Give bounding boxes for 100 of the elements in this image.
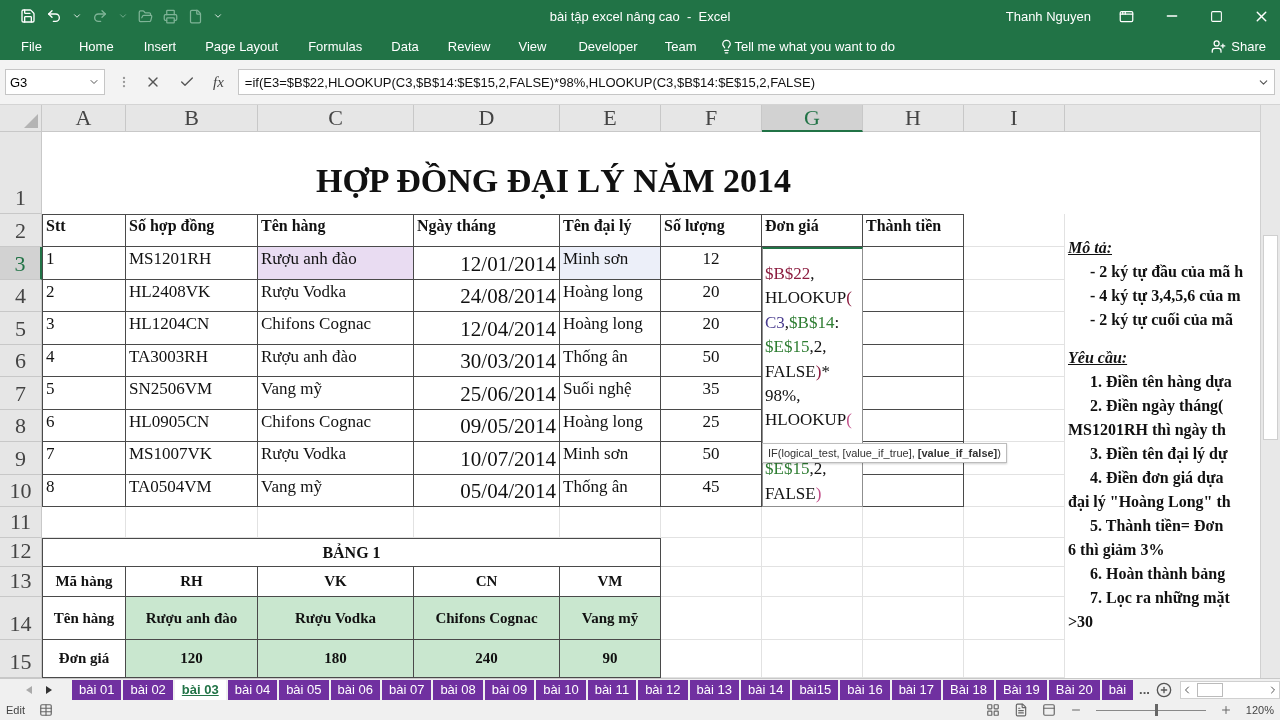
sheet-title: HỢP ĐỒNG ĐẠI LÝ NĂM 2014 — [315, 162, 792, 200]
column-header[interactable]: D — [414, 105, 560, 132]
row-header[interactable]: 10 — [0, 474, 42, 507]
sheet-tab[interactable]: bài 05 — [279, 679, 329, 700]
ribbon-tab[interactable]: View — [518, 38, 547, 54]
scroll-thumb[interactable] — [1263, 235, 1278, 440]
sheet-tab[interactable]: bài 11 — [587, 679, 637, 700]
row-header[interactable]: 14 — [0, 597, 42, 640]
caret-icon[interactable] — [213, 11, 223, 21]
caret-icon[interactable] — [118, 11, 128, 21]
table-cell: HL0905CN — [126, 409, 258, 442]
redo-icon[interactable] — [92, 8, 108, 24]
row-header[interactable]: 5 — [0, 312, 42, 345]
sheet-tab[interactable]: bài 01 — [72, 679, 122, 700]
row-header[interactable]: 9 — [0, 442, 42, 475]
column-header[interactable]: E — [560, 105, 661, 132]
row-header[interactable]: 2 — [0, 214, 42, 247]
sheet-tab[interactable]: Bài 18 — [943, 679, 994, 700]
zoom-in-icon[interactable] — [1219, 704, 1232, 716]
row-header[interactable]: 3 — [0, 247, 42, 280]
vertical-scrollbar[interactable] — [1260, 105, 1280, 678]
table-cell: Minh sơn — [560, 442, 661, 475]
row-header[interactable]: 13 — [0, 567, 42, 597]
row-header[interactable]: 7 — [0, 377, 42, 410]
normal-view-icon[interactable] — [985, 703, 1000, 717]
more-tabs-button[interactable]: ... — [1135, 682, 1154, 697]
sheet-tab[interactable]: bài 12 — [638, 679, 688, 700]
ribbon-tab[interactable]: Team — [664, 38, 697, 54]
sheet-tab[interactable]: Bài 19 — [995, 679, 1047, 700]
save-icon[interactable] — [20, 8, 36, 24]
folder-icon[interactable] — [138, 8, 153, 24]
table-cell: 7 — [42, 442, 126, 475]
column-header[interactable]: B — [126, 105, 258, 132]
table-cell: Rượu Vodka — [258, 279, 414, 312]
sheet-tab[interactable]: bài 13 — [689, 679, 739, 700]
ribbon-display-icon[interactable] — [1119, 8, 1134, 24]
row-header[interactable]: 11 — [0, 507, 42, 538]
sheet-tab[interactable]: bài 03 — [174, 679, 226, 700]
insert-function-button[interactable]: fx — [213, 73, 224, 91]
printer-icon[interactable] — [163, 8, 178, 24]
sheet-tab[interactable]: bài 07 — [381, 679, 432, 700]
undo-icon[interactable] — [46, 8, 62, 24]
macro-record-icon[interactable] — [38, 703, 53, 717]
sheet-tab[interactable]: bài 08 — [433, 679, 483, 700]
scroll-thumb[interactable] — [1196, 682, 1223, 697]
column-header[interactable]: C — [258, 105, 414, 132]
sheet-tab[interactable]: bài 09 — [484, 679, 535, 700]
notes-line: 7. Lọc ra những mặt — [1089, 588, 1231, 609]
column-header[interactable]: A — [42, 105, 126, 132]
sheet-tab[interactable]: bài 17 — [891, 679, 942, 700]
column-header[interactable]: G — [762, 105, 863, 132]
sheet-tab[interactable]: bài 14 — [740, 679, 791, 700]
table-cell: MS1007VK — [126, 442, 258, 475]
ribbon-tab[interactable]: Developer — [578, 38, 638, 54]
row-header[interactable]: 4 — [0, 279, 42, 312]
sheet-tab[interactable]: bài 04 — [227, 679, 278, 700]
table-cell: SN2506VM — [126, 377, 258, 410]
column-header[interactable]: H — [863, 105, 964, 132]
user-name[interactable]: Thanh Nguyen — [1005, 8, 1091, 24]
ribbon-tab[interactable]: Home — [78, 38, 114, 54]
page-layout-icon[interactable] — [1013, 703, 1028, 717]
formula-field[interactable]: =if(E3=$B$22,HLOOKUP(C3,$B$14:$E$15,2,FALSE)*98%,HLOOKUP(C3,$B$14:$E$15,2,FALSE) — [237, 69, 1275, 95]
column-header[interactable]: F — [661, 105, 762, 132]
row-header[interactable]: 15 — [0, 640, 42, 678]
row-header[interactable]: 8 — [0, 409, 42, 442]
table-cell: 4 — [42, 344, 126, 377]
row-header[interactable]: 6 — [0, 344, 42, 377]
ribbon-tab[interactable]: Formulas — [308, 38, 363, 54]
ribbon-tab[interactable]: Data — [391, 38, 419, 54]
notes-line: 4. Điền đơn giá dựa — [1089, 468, 1225, 489]
column-header[interactable]: I — [964, 105, 1065, 132]
tell-me-box[interactable]: Tell me what you want to do — [734, 38, 895, 54]
add-sheet-icon[interactable] — [1155, 681, 1172, 698]
ribbon-tab[interactable]: Review — [447, 38, 491, 54]
column-heading: Số lượng — [661, 214, 762, 247]
sheet-tab[interactable]: bài 10 — [536, 679, 586, 700]
page-break-icon[interactable] — [1041, 703, 1056, 717]
table-cell: HL1204CN — [126, 312, 258, 345]
sheet-tab[interactable]: bài15 — [792, 679, 839, 700]
person-icon — [1211, 38, 1227, 54]
horizontal-scrollbar[interactable] — [1179, 680, 1280, 699]
caret-icon[interactable] — [72, 11, 82, 21]
formula-line: C3,$B$14: — [765, 311, 841, 334]
sheet-tab[interactable]: bài 02 — [123, 679, 173, 700]
row-header[interactable]: 1 — [0, 132, 42, 214]
ribbon-tab[interactable]: Insert — [143, 38, 177, 54]
ribbon-tab[interactable]: File — [21, 38, 42, 54]
sheet-tab[interactable]: bài 06 — [330, 679, 380, 700]
table-cell: Hoàng long — [560, 409, 661, 442]
share-button[interactable]: Share — [1205, 37, 1272, 55]
slider-thumb[interactable] — [1155, 704, 1159, 716]
ribbon-tab[interactable]: Page Layout — [205, 38, 279, 54]
sheet-tab[interactable]: bài 16 — [840, 679, 890, 700]
sheet-tab[interactable]: bài — [1101, 679, 1134, 700]
sheet-tab[interactable]: Bài 20 — [1048, 679, 1100, 700]
name-box[interactable]: G3 — [5, 69, 105, 95]
table-cell: 8 — [42, 474, 126, 507]
row-header[interactable]: 12 — [0, 538, 42, 567]
file-icon[interactable] — [188, 8, 203, 24]
maximize-icon[interactable] — [1210, 9, 1223, 23]
